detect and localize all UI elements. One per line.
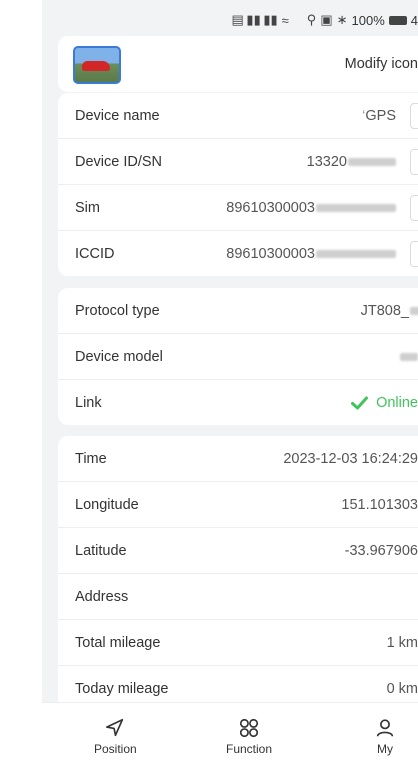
navigation-arrow-icon: [106, 718, 124, 737]
person-icon: [376, 719, 394, 737]
redacted-blur: [316, 203, 396, 212]
copy-box[interactable]: [410, 240, 418, 267]
battery-percent: 100%: [351, 12, 385, 28]
device-name-row[interactable]: Device name ‘GPS: [58, 93, 418, 139]
battery-icon: [388, 15, 407, 25]
bluetooth-icon: ∗: [336, 12, 348, 27]
sim-row[interactable]: Sim 89610300003: [58, 185, 418, 231]
device-id-label: Device ID/SN: [75, 153, 163, 170]
status-bar: ▤ ▮▮ ▮▮ ≈ ⚲ ▣ ∗ 100% 4: [42, 0, 418, 40]
bottom-tab-bar: Position Function My: [42, 702, 418, 775]
tab-my-label: My: [377, 742, 393, 756]
latitude-label: Latitude: [75, 542, 127, 559]
redacted-blur: [316, 249, 396, 258]
iccid-value: 89610300003: [226, 240, 418, 267]
device-info-card: Device name ‘GPS Device ID/SN 13320 Sim …: [58, 93, 418, 276]
device-model-label: Device model: [75, 348, 163, 365]
device-id-value: 13320: [307, 148, 418, 175]
longitude-value: 151.101303: [341, 496, 418, 513]
longitude-label: Longitude: [75, 496, 139, 513]
redacted-blur: [410, 306, 418, 315]
redacted-blur: [348, 157, 396, 166]
device-avatar[interactable]: [73, 46, 121, 84]
iccid-row[interactable]: ICCID 89610300003: [58, 231, 418, 276]
total-mileage-label: Total mileage: [75, 634, 161, 651]
tab-position[interactable]: Position: [94, 717, 137, 756]
status-trailing: 4: [410, 12, 418, 28]
location-card: Time 2023-12-03 16:24:29 Longitude 151.1…: [58, 436, 418, 711]
signal-icons: ▤ ▮▮ ▮▮: [231, 12, 278, 27]
nfc-icon: ▣: [320, 12, 333, 27]
latitude-row: Latitude -33.967906: [58, 528, 418, 574]
latitude-value: -33.967906: [344, 542, 418, 559]
longitude-row: Longitude 151.101303: [58, 482, 418, 528]
edit-box[interactable]: [410, 102, 418, 129]
link-label: Link: [75, 394, 102, 411]
car-shape: [82, 61, 110, 71]
protocol-type-row: Protocol type JT808_: [58, 288, 418, 334]
app-screen: ▤ ▮▮ ▮▮ ≈ ⚲ ▣ ∗ 100% 4 Modify icon Devic…: [42, 0, 418, 775]
protocol-card: Protocol type JT808_ Device model Link O…: [58, 288, 418, 425]
address-row[interactable]: Address: [58, 574, 418, 620]
protocol-type-label: Protocol type: [75, 302, 160, 319]
tab-my[interactable]: My: [374, 717, 396, 756]
device-name-label: Device name: [75, 107, 160, 124]
total-mileage-value: 1 km: [386, 634, 418, 651]
sim-label: Sim: [75, 199, 100, 216]
iccid-label: ICCID: [75, 245, 115, 262]
wifi-icon: ≈: [281, 12, 289, 28]
device-id-row[interactable]: Device ID/SN 13320: [58, 139, 418, 185]
tab-function[interactable]: Function: [226, 717, 272, 756]
device-model-row: Device model: [58, 334, 418, 380]
modify-icon-button[interactable]: Modify icon: [345, 56, 418, 72]
sim-value: 89610300003: [226, 194, 418, 221]
tab-function-label: Function: [226, 742, 273, 756]
grid-icon: [239, 718, 259, 738]
link-status: Online: [351, 395, 418, 411]
time-value: 2023-12-03 16:24:29: [283, 450, 418, 467]
today-mileage-value: 0 km: [386, 680, 418, 697]
today-mileage-label: Today mileage: [75, 680, 169, 697]
copy-box[interactable]: [410, 194, 418, 221]
address-label: Address: [75, 588, 129, 605]
device-model-value: [399, 352, 418, 361]
protocol-type-value: JT808_: [361, 303, 418, 319]
total-mileage-row: Total mileage 1 km: [58, 620, 418, 666]
check-icon: [351, 396, 369, 409]
device-name-value: ‘GPS: [362, 102, 418, 129]
link-row: Link Online: [58, 380, 418, 425]
icon-card: Modify icon: [58, 36, 418, 92]
time-row: Time 2023-12-03 16:24:29: [58, 436, 418, 482]
time-label: Time: [75, 450, 107, 467]
key-icon: ⚲: [306, 12, 317, 27]
copy-box[interactable]: [410, 148, 418, 175]
redacted-blur: [400, 352, 418, 361]
tab-position-label: Position: [94, 742, 137, 756]
